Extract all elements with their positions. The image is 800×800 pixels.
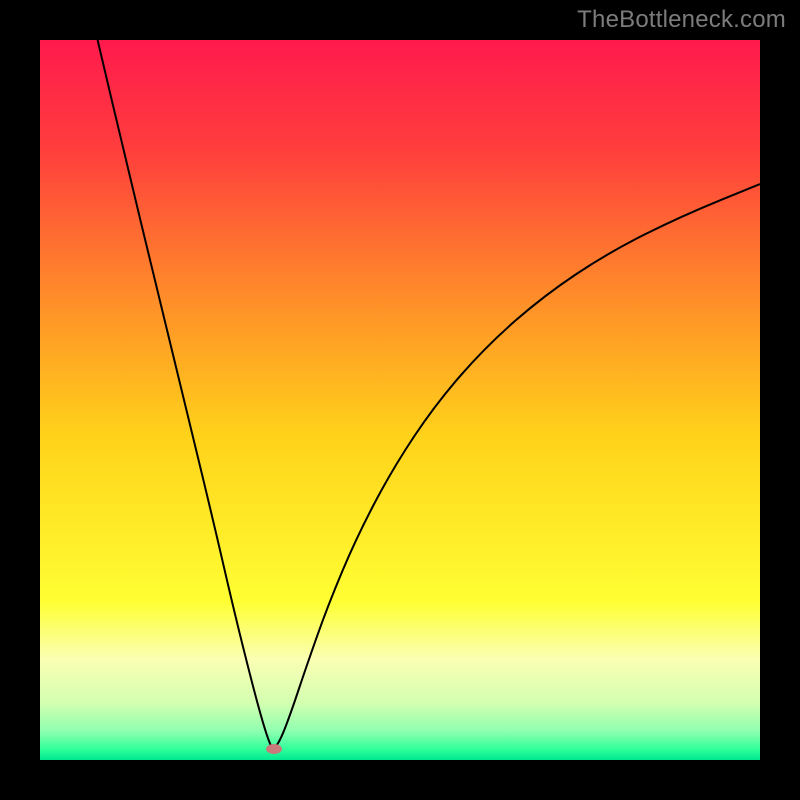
bottleneck-curve <box>98 40 760 749</box>
watermark-text: TheBottleneck.com <box>577 6 786 34</box>
chart-frame: TheBottleneck.com <box>0 0 800 800</box>
curve-layer <box>40 40 760 760</box>
minimum-marker <box>266 744 282 754</box>
plot-area <box>40 40 760 760</box>
